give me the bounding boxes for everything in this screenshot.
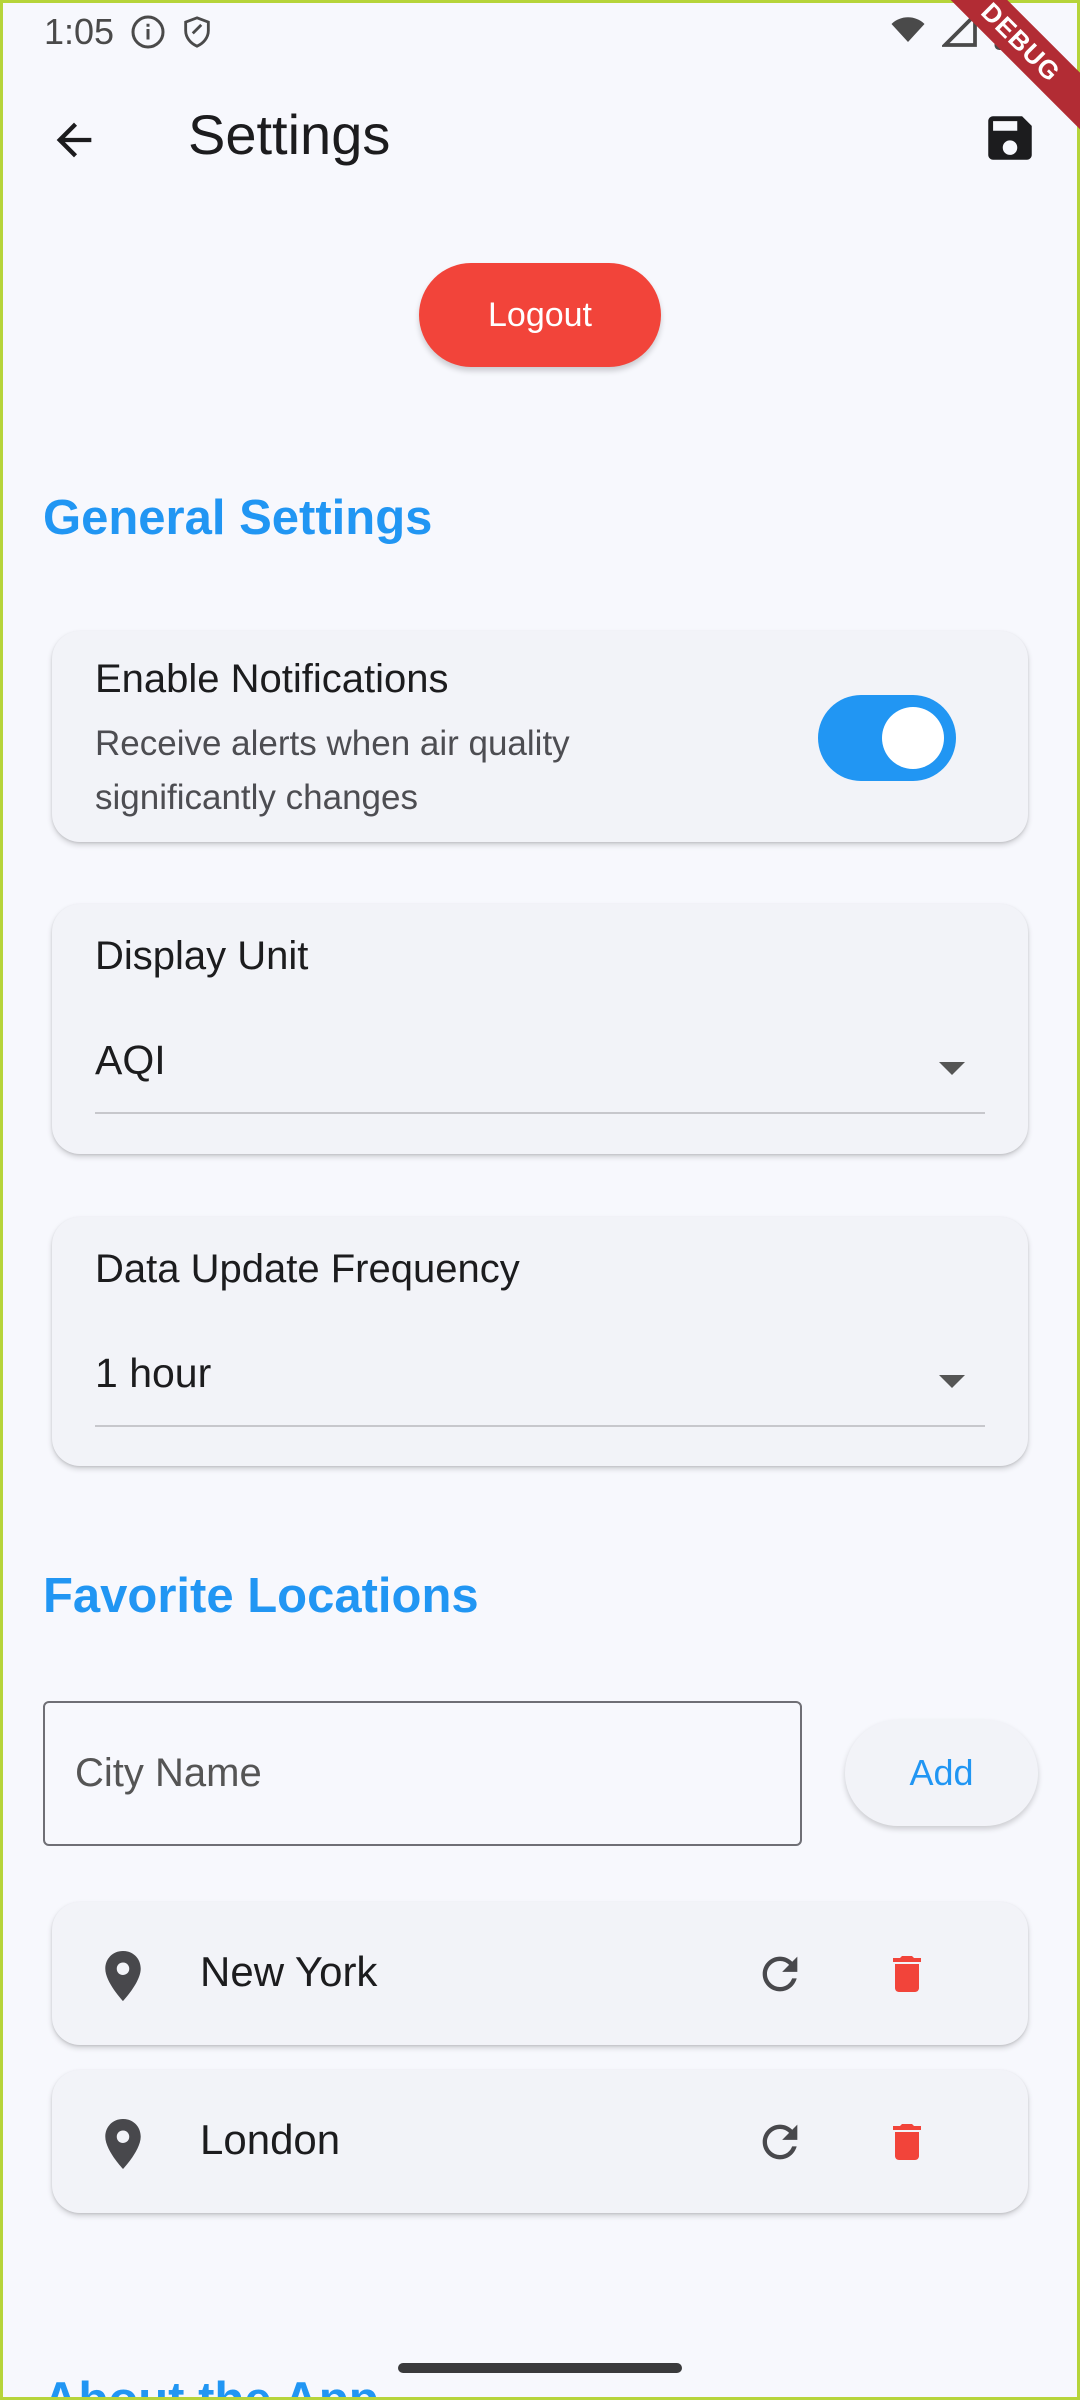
save-icon	[988, 116, 1032, 160]
logout-button[interactable]: Logout	[419, 263, 661, 367]
dropdown-arrow-icon[interactable]	[939, 1375, 965, 1388]
back-button[interactable]	[40, 106, 108, 174]
location-name: London	[200, 2116, 341, 2163]
select-underline	[95, 1112, 985, 1114]
about-app-title: About the App	[43, 2373, 379, 2400]
notifications-toggle[interactable]	[818, 695, 956, 781]
add-city-button[interactable]: Add	[845, 1720, 1038, 1826]
info-icon	[130, 14, 166, 50]
wifi-icon	[888, 12, 928, 59]
display-unit-select[interactable]: AQI	[95, 1037, 166, 1084]
delete-location-button[interactable]	[877, 1944, 937, 2004]
display-unit-card: Display Unit AQI	[52, 904, 1028, 1154]
dropdown-arrow-icon[interactable]	[939, 1062, 965, 1075]
notifications-card[interactable]: Enable Notifications Receive alerts when…	[52, 631, 1028, 842]
location-item[interactable]: London	[52, 2070, 1028, 2213]
update-frequency-label: Data Update Frequency	[95, 1247, 520, 1291]
notifications-subtitle: Receive alerts when air quality signific…	[95, 724, 570, 817]
home-indicator[interactable]	[398, 2363, 682, 2373]
update-frequency-card: Data Update Frequency 1 hour	[52, 1217, 1028, 1466]
city-name-input[interactable]	[43, 1701, 802, 1846]
general-settings-title: General Settings	[43, 491, 433, 545]
refresh-icon	[762, 2124, 798, 2160]
trash-icon	[893, 1956, 921, 1992]
location-pin-icon	[105, 2119, 141, 2169]
location-name: New York	[200, 1948, 378, 1995]
refresh-location-button[interactable]	[750, 2112, 810, 2172]
save-button[interactable]	[976, 104, 1044, 172]
toggle-knob	[882, 707, 944, 769]
app-bar: Settings	[0, 84, 1080, 188]
select-underline	[95, 1425, 985, 1427]
shield-icon	[180, 14, 214, 50]
status-time: 1:05	[44, 11, 115, 52]
status-bar: 1:05	[0, 0, 1080, 64]
page-title: Settings	[188, 103, 391, 166]
arrow-back-icon	[56, 122, 92, 158]
location-pin-icon	[105, 1951, 141, 2001]
trash-icon	[893, 2124, 921, 2160]
location-item[interactable]: New York	[52, 1902, 1028, 2045]
refresh-location-button[interactable]	[750, 1944, 810, 2004]
delete-location-button[interactable]	[877, 2112, 937, 2172]
display-unit-label: Display Unit	[95, 934, 309, 978]
update-frequency-select[interactable]: 1 hour	[95, 1350, 211, 1397]
refresh-icon	[762, 1956, 798, 1992]
notifications-title: Enable Notifications	[95, 657, 449, 701]
favorite-locations-title: Favorite Locations	[43, 1569, 479, 1623]
